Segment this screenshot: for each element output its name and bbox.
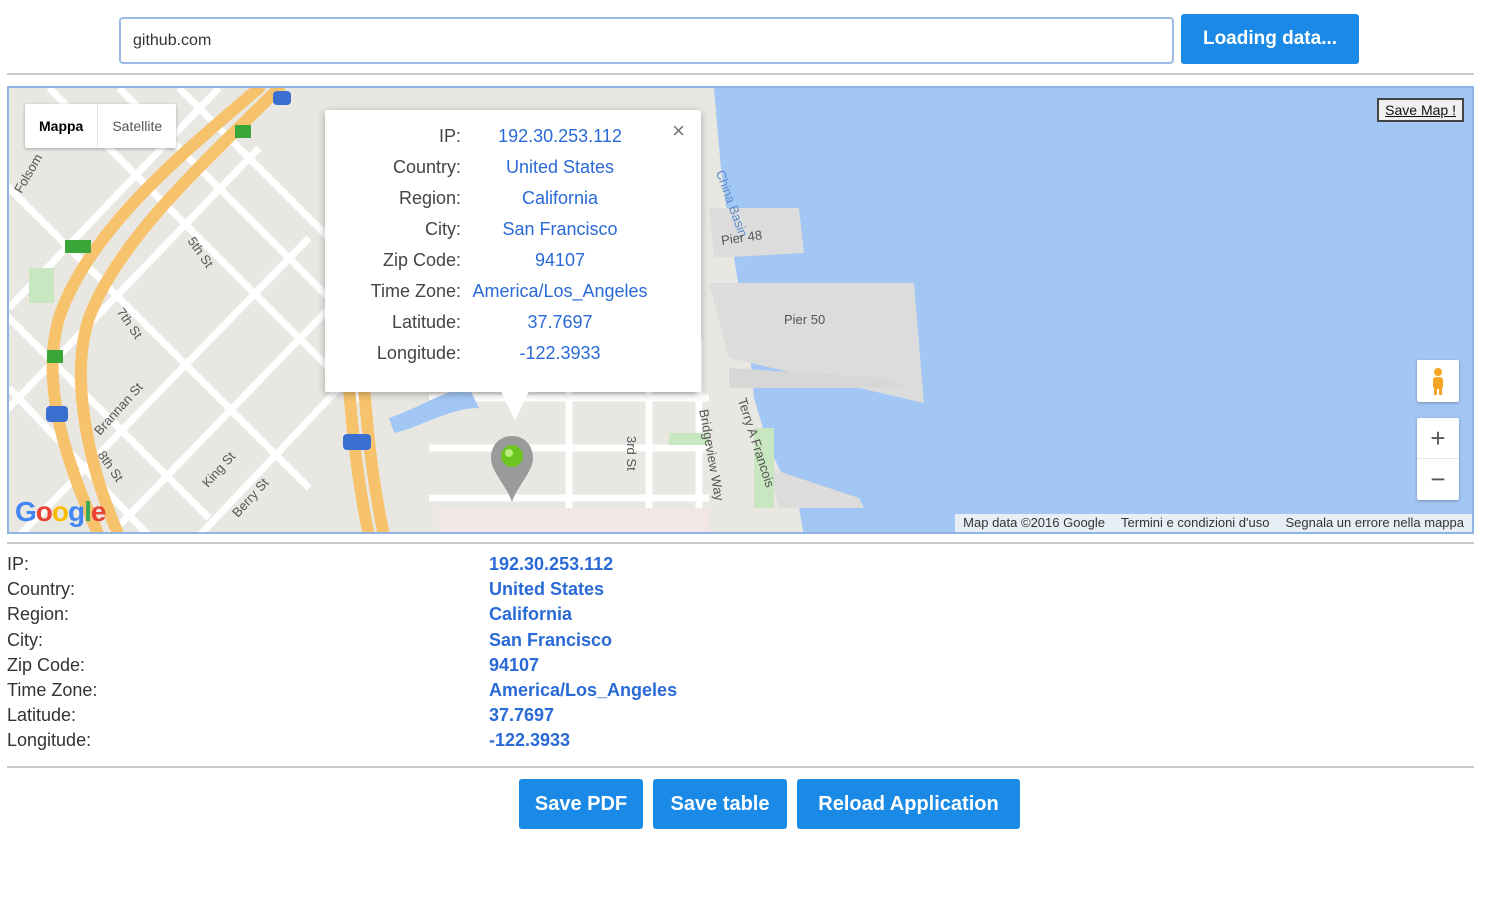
table-row: IP: 192.30.253.112 xyxy=(7,554,907,579)
reload-application-button[interactable]: Reload Application xyxy=(797,779,1020,829)
popup-row-longitude: Longitude: -122.3933 xyxy=(325,343,701,374)
table-row: Longitude: -122.3933 xyxy=(7,730,907,755)
popup-row-zip: Zip Code: 94107 xyxy=(325,250,701,281)
divider-mid xyxy=(7,542,1474,544)
info-window-tail xyxy=(501,391,529,421)
row-value: America/Los_Angeles xyxy=(489,679,678,700)
save-table-button[interactable]: Save table xyxy=(653,779,787,829)
save-map-button[interactable]: Save Map ! xyxy=(1377,98,1464,122)
row-value: California xyxy=(489,604,573,625)
map-type-map-button[interactable]: Mappa xyxy=(25,104,97,148)
info-window: × IP: 192.30.253.112 Country: United Sta… xyxy=(325,110,701,392)
row-key: Time Zone: xyxy=(7,679,98,700)
zoom-control: + − xyxy=(1417,418,1459,500)
row-value: United States xyxy=(489,579,605,600)
popup-key: Zip Code: xyxy=(382,250,461,270)
popup-row-region: Region: California xyxy=(325,188,701,219)
street-view-pegman-icon[interactable] xyxy=(1417,360,1459,402)
popup-row-timezone: Time Zone: America/Los_Angeles xyxy=(325,281,701,312)
report-error-link[interactable]: Segnala un errore nella mappa xyxy=(1285,514,1464,532)
popup-value: America/Los_Angeles xyxy=(472,281,648,301)
load-data-button[interactable]: Loading data... xyxy=(1181,14,1359,64)
row-key: Region: xyxy=(7,604,70,625)
popup-row-city: City: San Francisco xyxy=(325,219,701,250)
popup-value: -122.3933 xyxy=(519,343,601,363)
location-pin-icon[interactable] xyxy=(489,434,535,504)
popup-value: 192.30.253.112 xyxy=(498,126,622,146)
row-value: -122.3933 xyxy=(489,730,571,751)
row-key: Country: xyxy=(7,579,76,600)
popup-key: Longitude: xyxy=(376,343,461,363)
divider-top xyxy=(7,73,1474,75)
map-type-satellite-button[interactable]: Satellite xyxy=(97,104,176,148)
popup-value: 37.7697 xyxy=(527,312,593,332)
popup-key: IP: xyxy=(438,126,461,146)
row-value: 37.7697 xyxy=(489,705,555,726)
popup-value: San Francisco xyxy=(502,219,618,239)
map-attribution: Map data ©2016 Google Termini e condizio… xyxy=(955,514,1472,532)
row-value: 192.30.253.112 xyxy=(489,554,614,574)
popup-key: Region: xyxy=(398,188,461,208)
details-table: IP: 192.30.253.112 Country: United State… xyxy=(7,554,907,756)
row-key: City: xyxy=(7,629,43,650)
map-type-control: Mappa Satellite xyxy=(25,104,177,148)
zoom-out-button[interactable]: − xyxy=(1417,459,1459,500)
table-row: Time Zone: America/Los_Angeles xyxy=(7,680,907,705)
table-row: Country: United States xyxy=(7,579,907,604)
url-input[interactable] xyxy=(119,17,1174,64)
popup-key: Latitude: xyxy=(391,312,461,332)
popup-row-ip: IP: 192.30.253.112 xyxy=(325,126,701,157)
popup-value: 94107 xyxy=(534,250,586,270)
row-key: Longitude: xyxy=(7,730,92,751)
row-value: 94107 xyxy=(489,654,540,675)
map-view[interactable]: China Basin Pier 48 Pier 50 5th St 7th S… xyxy=(7,86,1474,534)
table-row: Latitude: 37.7697 xyxy=(7,705,907,730)
popup-key: City: xyxy=(425,219,461,239)
table-row: Region: California xyxy=(7,604,907,629)
popup-row-country: Country: United States xyxy=(325,157,701,188)
table-row: City: San Francisco xyxy=(7,630,907,655)
save-pdf-button[interactable]: Save PDF xyxy=(519,779,643,829)
map-data-text: Map data ©2016 Google xyxy=(963,515,1106,530)
row-key: IP: xyxy=(7,554,30,574)
divider-bottom xyxy=(7,766,1474,768)
label-3rd-st: 3rd St xyxy=(624,436,639,471)
row-key: Zip Code: xyxy=(7,654,86,675)
popup-key: Time Zone: xyxy=(370,281,461,301)
popup-value: United States xyxy=(505,157,615,177)
terms-link[interactable]: Termini e condizioni d'uso xyxy=(1121,514,1269,532)
popup-row-latitude: Latitude: 37.7697 xyxy=(325,312,701,343)
label-pier-50: Pier 50 xyxy=(784,312,826,327)
popup-key: Country: xyxy=(392,157,461,177)
popup-value: California xyxy=(521,188,599,208)
zoom-in-button[interactable]: + xyxy=(1417,418,1459,459)
row-value: San Francisco xyxy=(489,629,613,650)
table-row: Zip Code: 94107 xyxy=(7,655,907,680)
google-logo: Google xyxy=(15,496,106,527)
row-key: Latitude: xyxy=(7,705,77,726)
